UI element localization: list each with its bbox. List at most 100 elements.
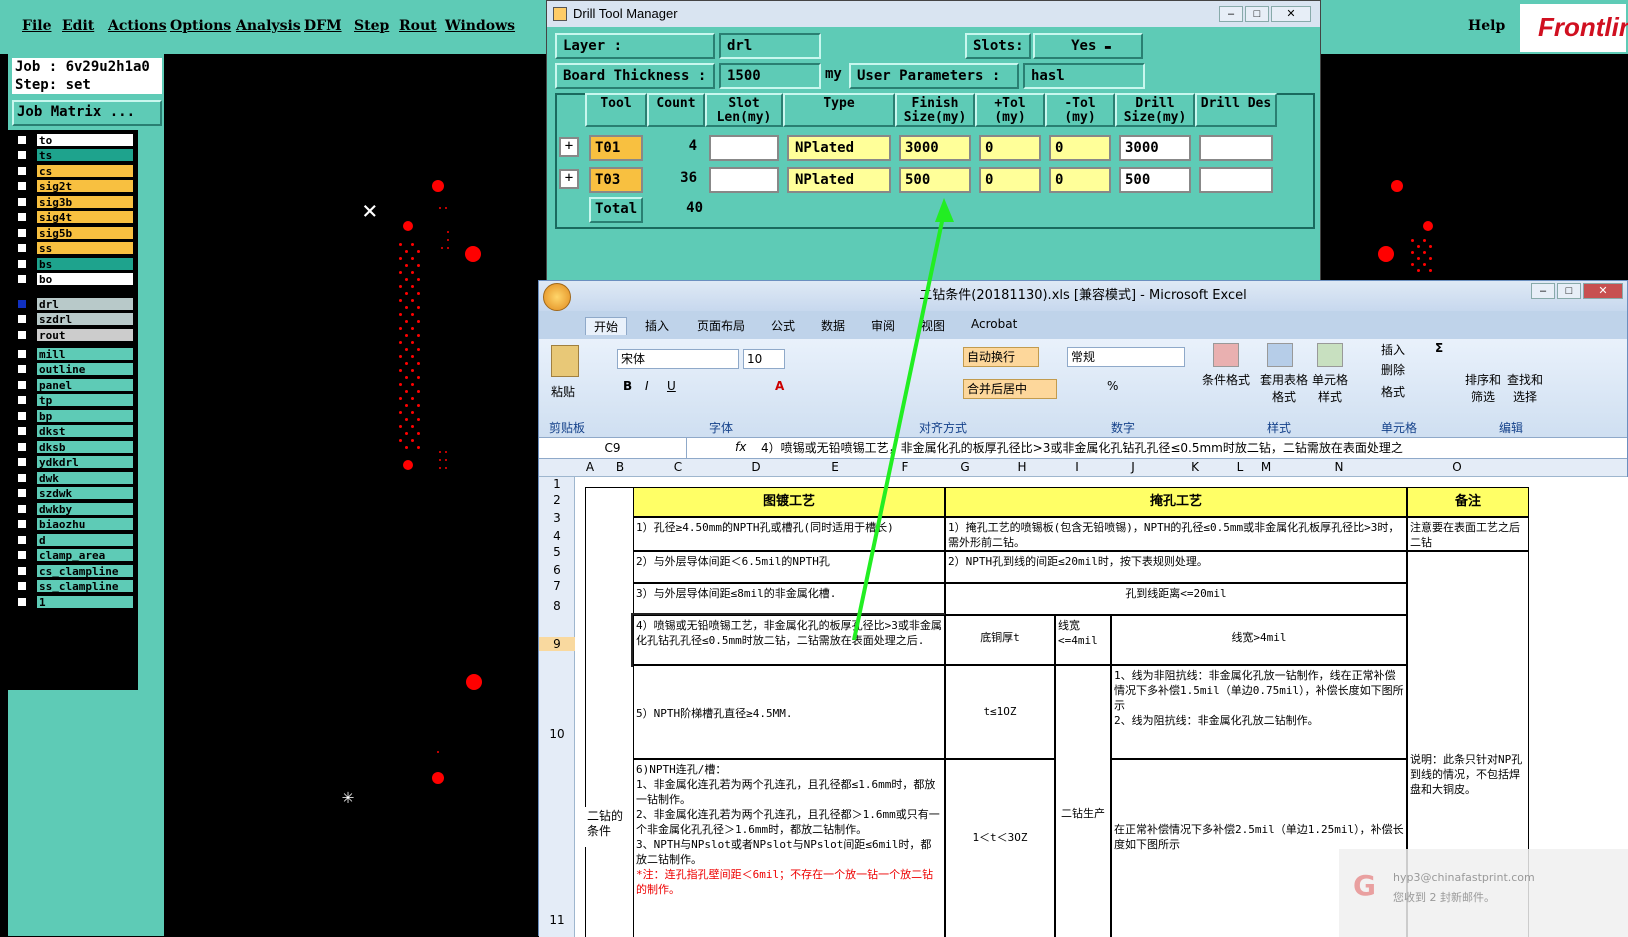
layer-row[interactable]: bo <box>14 272 134 287</box>
column-header[interactable]: O <box>1397 460 1517 474</box>
layer-checkbox[interactable] <box>16 595 28 608</box>
tool-cell-mtol[interactable]: 0 <box>1049 167 1111 193</box>
board-thickness-field[interactable]: 1500 <box>719 63 821 89</box>
menu-actions[interactable]: Actions <box>108 18 167 34</box>
layer-checkbox[interactable] <box>16 564 28 577</box>
row-header[interactable]: 2 <box>539 493 575 507</box>
layer-row[interactable]: bp <box>14 408 134 423</box>
layer-checkbox[interactable] <box>16 502 28 515</box>
tool-cell-slot[interactable] <box>709 167 779 193</box>
font-name-select[interactable]: 宋体 <box>617 349 739 369</box>
row-header[interactable]: 6 <box>539 563 575 577</box>
mail-notification[interactable]: G hyp3@chinafastprint.com 您收到 2 封新邮件。 <box>1339 849 1628 937</box>
column-header[interactable]: N <box>1281 460 1397 474</box>
column-header[interactable]: A <box>579 460 601 474</box>
layer-checkbox[interactable] <box>16 456 28 468</box>
layer-row[interactable]: sig3b <box>14 194 134 209</box>
layer-row[interactable]: bs <box>14 256 134 271</box>
excel-close-icon[interactable]: ✕ <box>1583 283 1623 299</box>
layer-checkbox[interactable] <box>16 273 28 285</box>
row-header[interactable]: 1 <box>539 477 575 491</box>
layer-checkbox[interactable] <box>16 180 28 192</box>
layer-checkbox[interactable] <box>16 409 28 422</box>
cell-c4-selected[interactable]: 4）喷锡或无铅喷锡工艺，非金属化孔的板厚孔径比>3或非金属化孔钻孔孔径≤0.5m… <box>631 613 947 667</box>
tool-cell-finish[interactable]: 500 <box>899 167 971 193</box>
excel-minimize-icon[interactable]: – <box>1531 283 1555 299</box>
layer-checkbox[interactable] <box>16 133 28 146</box>
menu-step[interactable]: Step <box>354 18 389 34</box>
close-icon[interactable]: ✕ <box>1271 6 1311 22</box>
layer-row[interactable]: panel <box>14 377 134 392</box>
row-header[interactable]: 3 <box>539 511 575 525</box>
row-header[interactable]: 7 <box>539 579 575 593</box>
row-header[interactable]: 11 <box>539 913 575 927</box>
column-header[interactable]: K <box>1161 460 1229 474</box>
formula-input[interactable]: 4）喷锡或无铅喷锡工艺，非金属化孔的板厚孔径比>3或非金属化孔钻孔孔径≤0.5m… <box>761 438 1621 458</box>
layer-row[interactable]: rout <box>14 327 134 342</box>
tab-acrobat[interactable]: Acrobat <box>971 317 1017 331</box>
tool-cell-drill[interactable]: 3000 <box>1119 135 1191 161</box>
excel-maximize-icon[interactable]: □ <box>1557 283 1581 299</box>
menu-help[interactable]: Help <box>1468 18 1505 34</box>
layer-checkbox[interactable] <box>16 164 28 177</box>
layer-row[interactable]: sig4t <box>14 210 134 225</box>
layer-row[interactable]: clamp_area <box>14 548 134 563</box>
column-header[interactable]: I <box>1049 460 1105 474</box>
row-header[interactable]: 8 <box>539 599 575 613</box>
name-box[interactable]: C9 <box>539 438 687 458</box>
tool-cell-ptol[interactable]: 0 <box>979 135 1041 161</box>
font-size-select[interactable]: 10 <box>743 349 785 369</box>
layer-row[interactable]: szdwk <box>14 486 134 501</box>
table-format-label[interactable]: 套用表格格式 <box>1255 371 1313 405</box>
expand-icon[interactable]: + <box>559 169 579 189</box>
conditional-format-label[interactable]: 条件格式 <box>1201 371 1251 388</box>
font-color-icon[interactable]: A <box>775 379 784 393</box>
column-header[interactable]: J <box>1105 460 1161 474</box>
find-select-label[interactable]: 查找和选择 <box>1505 371 1545 405</box>
row-header[interactable]: 9 <box>539 637 575 651</box>
layer-row[interactable]: biaozhu <box>14 517 134 532</box>
layer-row[interactable]: ss <box>14 241 134 256</box>
menu-dfm[interactable]: DFM <box>304 18 342 34</box>
layer-checkbox[interactable] <box>16 328 28 341</box>
paste-icon[interactable] <box>551 345 579 377</box>
layer-checkbox[interactable] <box>16 378 28 391</box>
row-header[interactable]: 5 <box>539 545 575 559</box>
layer-row[interactable]: sig5b <box>14 225 134 240</box>
layer-checkbox[interactable] <box>16 471 28 484</box>
sum-icon[interactable]: Σ <box>1435 341 1443 355</box>
job-matrix-button[interactable]: Job Matrix ... <box>12 100 162 126</box>
layer-row[interactable]: szdrl <box>14 312 134 327</box>
conditional-format-icon[interactable] <box>1213 343 1239 367</box>
layer-checkbox[interactable] <box>16 533 28 546</box>
office-button-icon[interactable] <box>543 283 571 311</box>
layer-row[interactable]: ts <box>14 148 134 163</box>
column-header[interactable]: G <box>935 460 995 474</box>
layer-checkbox[interactable] <box>16 149 28 161</box>
underline-icon[interactable]: U <box>667 379 676 393</box>
tool-cell-des[interactable] <box>1199 135 1273 161</box>
table-format-icon[interactable] <box>1267 343 1293 367</box>
layer-row[interactable]: d <box>14 532 134 547</box>
layer-row[interactable]: drl <box>14 296 134 311</box>
sort-filter-label[interactable]: 排序和筛选 <box>1463 371 1503 405</box>
number-format-select[interactable]: 常规 <box>1067 347 1185 367</box>
layer-row[interactable]: tp <box>14 393 134 408</box>
layer-row[interactable]: dkst <box>14 424 134 439</box>
layer-row[interactable]: 1 <box>14 594 134 609</box>
layer-row[interactable]: dwkby <box>14 501 134 516</box>
layer-checkbox[interactable] <box>16 195 28 208</box>
insert-cells[interactable]: 插入 <box>1381 341 1405 358</box>
tab-page-layout[interactable]: 页面布局 <box>697 317 745 334</box>
layer-checkbox[interactable] <box>16 580 28 592</box>
tab-insert[interactable]: 插入 <box>645 317 669 334</box>
wrap-text-button[interactable]: 自动换行 <box>963 347 1039 367</box>
percent-icon[interactable]: % <box>1107 379 1118 393</box>
layer-row[interactable]: mill <box>14 346 134 361</box>
column-header[interactable]: L <box>1229 460 1251 474</box>
tool-cell-tool[interactable]: T03 <box>589 167 643 193</box>
expand-icon[interactable]: + <box>559 137 579 157</box>
maximize-icon[interactable]: □ <box>1245 6 1269 22</box>
layer-checkbox[interactable] <box>16 211 28 223</box>
tool-cell-ptol[interactable]: 0 <box>979 167 1041 193</box>
